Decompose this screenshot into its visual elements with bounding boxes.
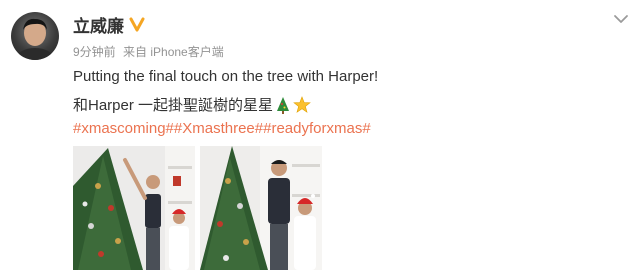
post-source: 来自 iPhone客户端 (123, 45, 224, 59)
weibo-post: 立威廉 9分钟前 来自 iPhone客户端 Putting the final … (0, 0, 641, 274)
hashtag-xmascoming[interactable]: #xmascoming# (73, 120, 174, 137)
hashtag-row: #xmascoming##Xmasthree##readyforxmas# (73, 120, 371, 137)
christmas-tree-icon (274, 96, 292, 114)
hashtag-readyforxmas[interactable]: #readyforxmas# (263, 120, 371, 137)
post-time[interactable]: 9分钟前 (73, 45, 116, 59)
post-text-line-1: Putting the final touch on the tree with… (73, 68, 379, 85)
hashtag-xmasthree[interactable]: #Xmasthree# (174, 120, 263, 137)
post-text-line-2: 和Harper 一起掛聖誕樹的星星 (73, 94, 311, 115)
author-name[interactable]: 立威廉 (73, 12, 124, 37)
verified-badge-icon (129, 16, 145, 32)
post-meta: 9分钟前 来自 iPhone客户端 (73, 43, 228, 60)
post-photo-1[interactable] (73, 146, 195, 270)
star-icon (293, 95, 311, 114)
post-photo-2[interactable] (200, 146, 322, 270)
chevron-down-icon[interactable] (612, 10, 630, 28)
post-text-line-2-content: 和Harper 一起掛聖誕樹的星星 (73, 97, 274, 114)
avatar[interactable] (11, 12, 59, 60)
author-row: 立威廉 (73, 12, 145, 37)
